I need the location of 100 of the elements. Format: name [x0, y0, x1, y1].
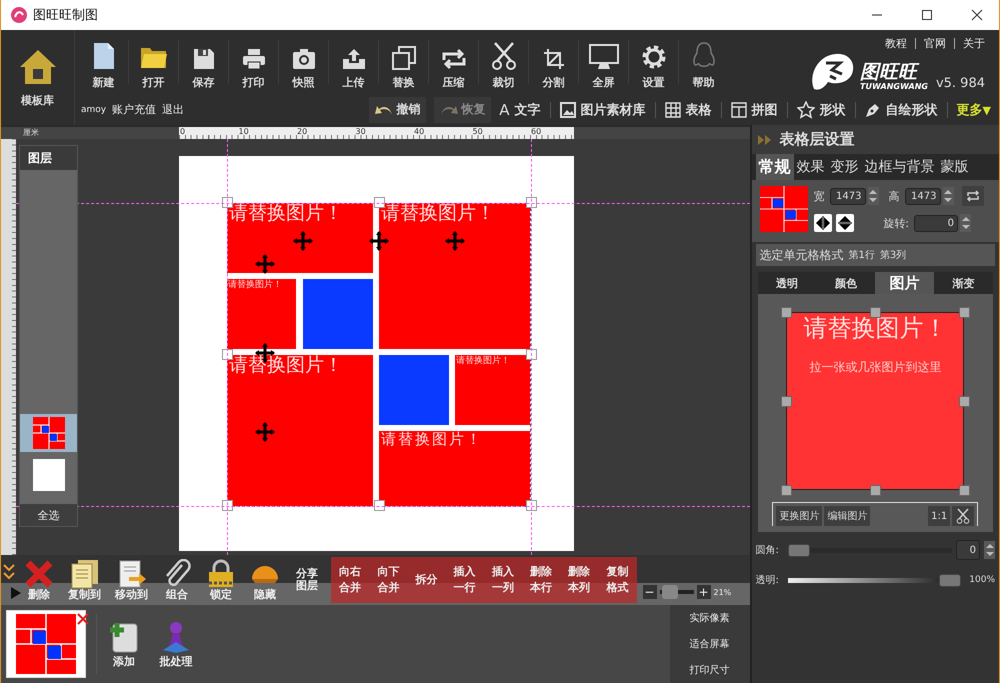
fill-tab[interactable]: 渐变 [934, 272, 993, 294]
insert-menu-item[interactable]: A 文字 [499, 100, 541, 118]
slider-thumb[interactable] [939, 574, 961, 586]
rotation-field[interactable]: 0 [914, 214, 958, 232]
insert-menu-item[interactable]: 拼图 [730, 100, 778, 118]
spinner[interactable] [960, 214, 971, 232]
resize-handle[interactable] [526, 500, 537, 511]
view-option[interactable]: 实际像素 [690, 611, 730, 625]
layer-tool-button[interactable]: 锁定 [206, 558, 236, 602]
play-icon[interactable] [11, 587, 21, 599]
page-action-button[interactable]: 批处理 [159, 620, 193, 668]
zoom-in-button[interactable]: + [696, 585, 710, 599]
move-cursor-icon [255, 422, 275, 442]
height-field[interactable]: 1473 [904, 188, 940, 204]
layer-item[interactable] [20, 414, 77, 452]
view-option[interactable]: 适合屏幕 [690, 637, 730, 651]
zoom-slider-thumb[interactable] [662, 585, 678, 599]
insert-menu-item[interactable]: 图片素材库 [560, 100, 646, 118]
resize-handle[interactable] [781, 396, 792, 407]
toolbar-button[interactable]: 保存 [179, 30, 228, 94]
flip-horizontal-button[interactable] [814, 214, 832, 232]
resize-handle[interactable] [222, 500, 233, 511]
select-all-button[interactable]: 全选 [20, 504, 77, 526]
table-tool-button[interactable]: 拆分 [414, 572, 439, 588]
page-action-button[interactable]: 添加 [107, 620, 141, 668]
close-icon[interactable] [77, 613, 89, 625]
layer-tool-button[interactable]: 复制到 [68, 558, 101, 602]
insert-menu-item[interactable]: 自绘形状 [864, 100, 938, 118]
layer-tool-button[interactable]: 隐藏 [250, 558, 280, 602]
insert-menu-item[interactable]: 表格 [664, 100, 712, 118]
spinner[interactable] [942, 187, 954, 205]
layer-tool-button[interactable]: 删除 [24, 558, 54, 602]
resize-handle[interactable] [959, 485, 970, 496]
settings-tab[interactable]: 效果 [794, 154, 828, 180]
zoom-out-button[interactable]: − [642, 585, 656, 599]
corner-radius-field[interactable]: 0 [956, 540, 980, 560]
toolbar-button[interactable]: 裁切 [479, 30, 528, 94]
toolbar-button[interactable]: 帮助 [679, 30, 728, 94]
spinner[interactable] [868, 187, 878, 205]
resize-handle[interactable] [959, 307, 970, 318]
toolbar-button[interactable]: 上传 [329, 30, 378, 94]
edit-button[interactable]: 撤销 [369, 96, 426, 122]
more-menu-button[interactable]: 更多▼ [956, 100, 991, 118]
table-tool-button[interactable]: 向下合并 [376, 564, 400, 596]
settings-tab[interactable]: 边框与背景 [862, 154, 938, 180]
toolbar-button[interactable]: 压缩 [429, 30, 478, 94]
settings-tab[interactable]: 蒙版 [938, 154, 972, 180]
account-link[interactable]: 账户充值 [112, 102, 156, 117]
image-button[interactable]: 编辑图片 [824, 506, 870, 526]
toolbar-button[interactable]: 替换 [379, 30, 428, 94]
fill-tab[interactable]: 透明 [758, 272, 816, 294]
resize-handle[interactable] [781, 307, 792, 318]
table-tool-button[interactable]: 复制格式 [605, 564, 630, 596]
resize-handle[interactable] [526, 197, 537, 208]
table-tool-button[interactable]: 删除本行 [528, 564, 554, 596]
toolbar-button[interactable]: 全屏 [579, 30, 628, 94]
table-tool-button[interactable]: 删除本列 [567, 564, 592, 596]
toolbar-button[interactable]: 快照 [279, 30, 328, 94]
table-tool-button[interactable]: 插入一列 [490, 564, 515, 596]
toolbar-button[interactable]: 打印 [229, 30, 278, 94]
close-icon[interactable] [971, 9, 983, 21]
fill-tab[interactable]: 图片 [875, 272, 934, 294]
settings-tab[interactable]: 常规 [756, 154, 794, 180]
maximize-icon[interactable] [921, 9, 933, 21]
resize-handle[interactable] [870, 485, 882, 496]
resize-handle[interactable] [870, 307, 882, 318]
account-link[interactable]: 退出 [162, 102, 184, 117]
swap-button[interactable] [962, 186, 984, 206]
toolbar-button[interactable]: 设置 [629, 30, 678, 94]
table-tool-button[interactable]: 插入一行 [452, 564, 477, 596]
layer-tool-button[interactable]: 分享图层 [294, 568, 320, 592]
toolbar-button[interactable]: 打开 [129, 30, 178, 94]
settings-tab[interactable]: 变形 [828, 154, 862, 180]
resize-handle[interactable] [781, 485, 792, 496]
flip-vertical-button[interactable] [836, 214, 854, 232]
pen-nib-icon [864, 102, 881, 118]
header-link[interactable]: 官网 [924, 36, 946, 51]
table-cell[interactable] [303, 279, 373, 349]
resize-handle[interactable] [526, 349, 537, 360]
resize-handle[interactable] [959, 396, 970, 407]
toolbar-button[interactable]: 新建 [79, 30, 128, 94]
fill-tab[interactable]: 颜色 [816, 272, 876, 294]
slider-thumb[interactable] [788, 544, 810, 556]
layer-tool-button[interactable]: 移动到 [115, 558, 148, 602]
toolbar-button[interactable]: 分割 [529, 30, 578, 94]
width-field[interactable]: 1473 [830, 188, 866, 204]
table-tool-button[interactable]: 向右合并 [338, 564, 362, 596]
crop-button[interactable] [952, 506, 974, 526]
layer-tool-button[interactable]: 组合 [162, 558, 192, 602]
insert-menu-item[interactable]: 形状 [796, 100, 846, 118]
header-link[interactable]: 教程 [885, 36, 907, 51]
template-library-button[interactable]: 模板库 [1, 30, 75, 125]
image-button[interactable]: 1:1 [928, 506, 950, 526]
table-cell[interactable] [379, 355, 449, 425]
spinner[interactable] [984, 541, 995, 559]
header-link[interactable]: 关于 [963, 36, 985, 51]
view-option[interactable]: 打印尺寸 [690, 663, 730, 677]
image-button[interactable]: 更换图片 [776, 506, 822, 526]
page-thumbnail[interactable] [6, 610, 86, 678]
resize-handle[interactable] [374, 500, 385, 511]
